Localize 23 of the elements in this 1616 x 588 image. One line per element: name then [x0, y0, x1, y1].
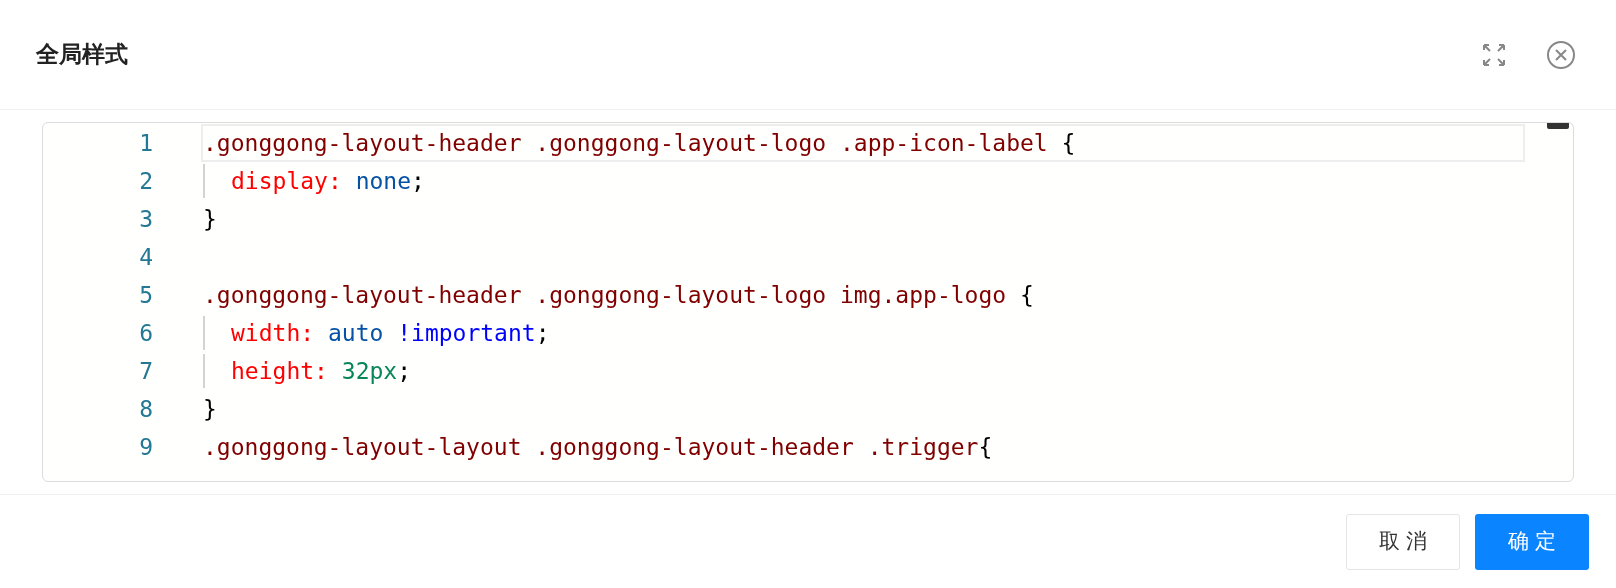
code-line: .gonggong-layout-layout .gonggong-layout-header .trigger{: [202, 432, 994, 462]
code-line: height: 32px;: [201, 352, 1573, 390]
line-number: 3: [138, 204, 153, 234]
cancel-button[interactable]: 取 消: [1346, 513, 1460, 570]
line-number: 7: [138, 356, 153, 386]
code-line: display: none;: [201, 162, 1573, 200]
close-icon[interactable]: [1546, 39, 1576, 70]
fullscreen-icon[interactable]: [1482, 42, 1506, 67]
code-line: .gonggong-layout-header .gonggong-layout-logo img.app-logo {: [202, 280, 1035, 310]
code-line: }: [202, 394, 218, 424]
code-editor[interactable]: [42, 122, 1574, 482]
line-number: 4: [138, 242, 153, 272]
scrollbar-thumb[interactable]: [1547, 123, 1569, 129]
line-number: 8: [138, 394, 153, 424]
line-number: 2: [138, 166, 153, 196]
confirm-button[interactable]: 确 定: [1475, 513, 1589, 570]
line-number: 5: [138, 280, 153, 310]
line-number: 1: [138, 128, 153, 158]
line-number: 9: [138, 432, 153, 462]
line-number: 6: [138, 318, 153, 348]
dialog-title: 全局样式: [36, 40, 128, 70]
code-line: }: [202, 204, 218, 234]
code-line: width: auto !important;: [201, 314, 1573, 352]
